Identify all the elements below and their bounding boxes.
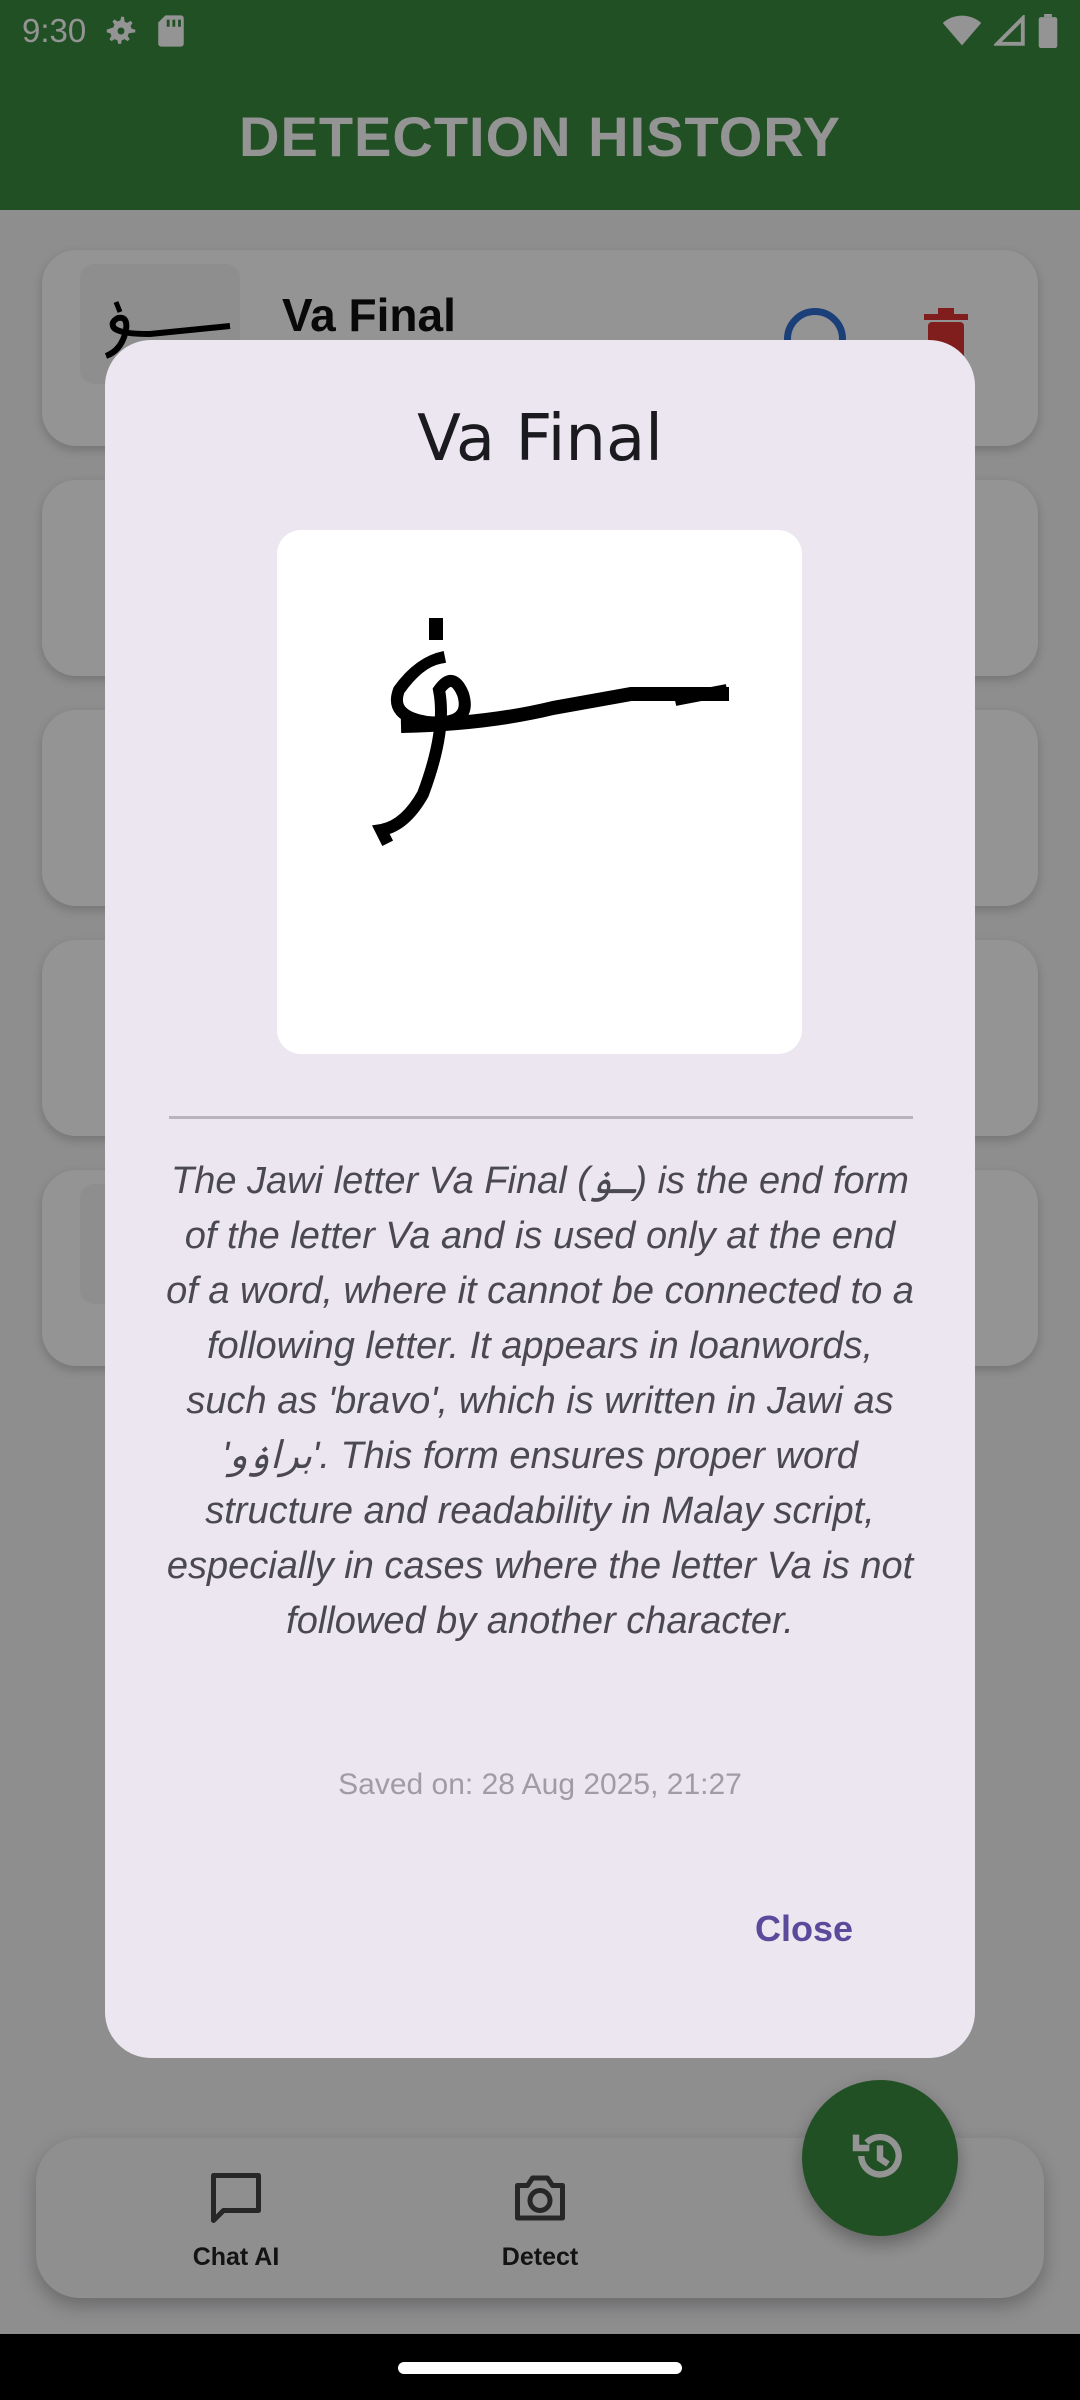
detail-dialog: Va Final The Jawi letter Va Final (ـۏ) i… <box>105 340 975 2058</box>
system-nav-bar <box>0 2334 1080 2400</box>
detection-image <box>277 530 802 1054</box>
close-button[interactable]: Close <box>755 1908 853 1950</box>
divider <box>169 1116 913 1119</box>
dialog-title: Va Final <box>417 402 663 476</box>
home-gesture-handle[interactable] <box>398 2362 682 2374</box>
letter-description: The Jawi letter Va Final (ـۏ) is the end… <box>166 1160 914 1642</box>
screen: 9:30 DETECTION HISTORY Va Final Chat AI … <box>0 0 1080 2400</box>
saved-timestamp: Saved on: 28 Aug 2025, 21:27 <box>338 1768 742 1801</box>
